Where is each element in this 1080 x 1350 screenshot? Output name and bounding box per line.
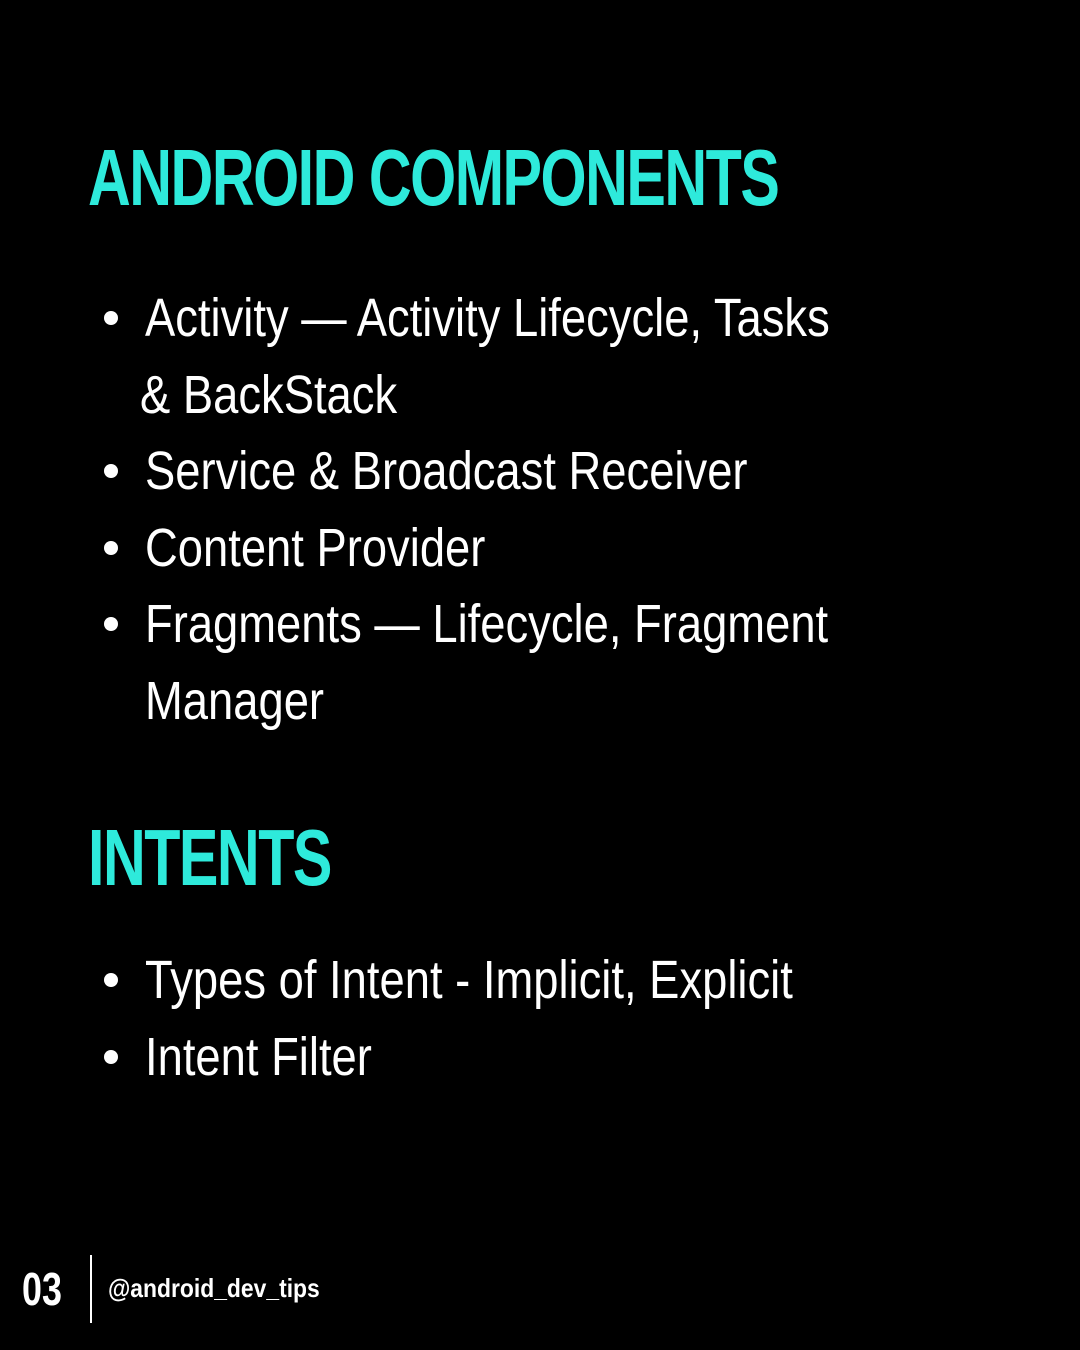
list-item-text: Intent Filter: [145, 1026, 372, 1087]
list-item-text: Content Provider: [145, 517, 486, 578]
list-item: Activity — Activity Lifecycle, Tasks: [100, 280, 1000, 357]
list-item-text: Service & Broadcast Receiver: [145, 441, 748, 501]
list-item-text: Types of Intent - Implicit, Explicit: [145, 950, 793, 1010]
section-heading-android-components: ANDROID COMPONENTS: [88, 133, 780, 222]
android-components-list: Activity — Activity Lifecycle, Tasks & B…: [100, 280, 1000, 739]
account-handle: @android_dev_tips: [108, 1273, 320, 1303]
list-item-continuation: Manager: [100, 663, 1000, 740]
list-item-text: Fragments — Lifecycle, Fragment: [145, 594, 829, 654]
bullet-icon: [104, 1049, 118, 1064]
footer-divider: [90, 1255, 92, 1323]
bullet-icon: [104, 540, 118, 555]
intents-list: Types of Intent - Implicit, Explicit Int…: [100, 942, 1000, 1095]
list-item-text: Manager: [145, 670, 325, 731]
bullet-icon: [104, 617, 118, 631]
bullet-icon: [104, 311, 118, 325]
list-item-text: Activity — Activity Lifecycle, Tasks: [145, 288, 830, 348]
section-heading-intents: INTENTS: [88, 813, 332, 902]
bullet-icon: [104, 973, 118, 987]
list-item: Types of Intent - Implicit, Explicit: [100, 942, 1000, 1019]
list-item: Fragments — Lifecycle, Fragment: [100, 586, 1000, 663]
bullet-icon: [104, 464, 118, 478]
list-item: Intent Filter: [100, 1019, 1000, 1096]
list-item-continuation: & BackStack: [100, 357, 1000, 434]
slide: ANDROID COMPONENTS Activity — Activity L…: [0, 0, 1080, 1350]
list-item-text: & BackStack: [140, 364, 398, 425]
list-item: Content Provider: [100, 510, 1000, 587]
page-number: 03: [22, 1263, 62, 1315]
list-item: Service & Broadcast Receiver: [100, 433, 1000, 510]
